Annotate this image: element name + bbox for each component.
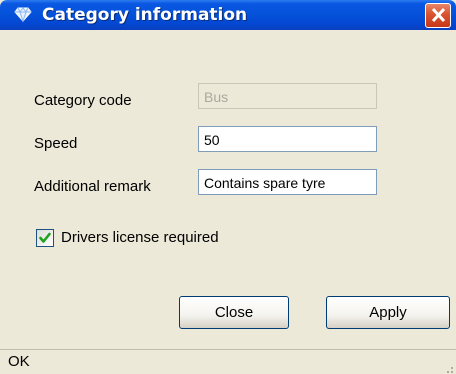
- drivers-license-label[interactable]: Drivers license required: [61, 229, 219, 247]
- category-code-label: Category code: [34, 92, 132, 109]
- window-title: Category information: [42, 5, 248, 25]
- additional-remark-field[interactable]: [198, 169, 377, 195]
- close-window-button[interactable]: [425, 3, 451, 28]
- title-bar[interactable]: Category information: [0, 0, 456, 30]
- speed-label: Speed: [34, 135, 78, 152]
- dialog-window: Category information Category code Speed…: [0, 0, 456, 374]
- apply-button[interactable]: Apply: [326, 296, 450, 329]
- additional-remark-label: Additional remark: [34, 178, 151, 195]
- status-bar: OK: [0, 349, 456, 374]
- diamond-icon: [14, 5, 32, 23]
- close-button[interactable]: Close: [179, 296, 289, 329]
- category-code-field: [198, 83, 377, 109]
- status-text: OK: [8, 353, 30, 370]
- resize-grip-icon[interactable]: [442, 361, 454, 373]
- checkmark-icon: [39, 232, 51, 243]
- speed-field[interactable]: [198, 126, 377, 152]
- drivers-license-checkbox[interactable]: [36, 229, 54, 247]
- close-icon: [431, 7, 446, 23]
